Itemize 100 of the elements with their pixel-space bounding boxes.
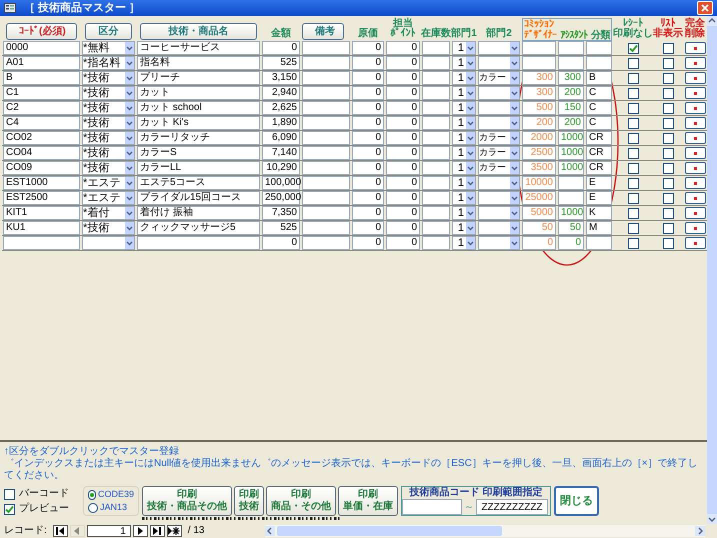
code-field[interactable]: CO09 (3, 161, 80, 175)
checkbox[interactable] (628, 208, 638, 218)
code-field[interactable]: KIT1 (3, 206, 80, 220)
code-field[interactable]: 0000 (3, 41, 80, 55)
category-dropdown[interactable]: *エステ (82, 176, 135, 190)
stock-field[interactable] (422, 86, 450, 100)
cost-field[interactable]: 0 (352, 206, 384, 220)
category-dropdown[interactable]: *無料 (82, 41, 135, 55)
stock-field[interactable] (422, 236, 450, 250)
amount-field[interactable]: 525 (262, 221, 300, 235)
code-field[interactable]: EST2500 (3, 191, 80, 205)
department-dropdown[interactable]: 1 (452, 56, 476, 70)
stock-field[interactable] (422, 101, 450, 115)
name-field[interactable]: 指名料 (137, 56, 260, 70)
radio-button[interactable] (88, 502, 98, 512)
department-dropdown[interactable] (478, 221, 520, 235)
delete-button[interactable] (684, 222, 706, 234)
delete-button[interactable] (684, 177, 706, 189)
cost-field[interactable]: 0 (352, 146, 384, 160)
checkbox[interactable] (662, 58, 674, 68)
cost-field[interactable]: 0 (352, 71, 384, 85)
first-record-button[interactable] (52, 525, 68, 537)
category-dropdown[interactable]: *技術 (82, 101, 135, 115)
stock-field[interactable] (422, 116, 450, 130)
column-header-button[interactable]: 備考 (302, 23, 344, 40)
column-header-button[interactable]: 区分 (85, 23, 132, 40)
stock-field[interactable] (422, 176, 450, 190)
points-field[interactable]: 0 (386, 191, 420, 205)
code-field[interactable]: A01 (3, 56, 80, 70)
code-field[interactable] (3, 236, 80, 250)
name-field[interactable]: カット school (137, 101, 260, 115)
delete-button[interactable] (684, 237, 706, 249)
amount-field[interactable]: 7,350 (262, 206, 300, 220)
department-dropdown[interactable]: カラー (478, 71, 520, 85)
name-field[interactable]: カラーLL (137, 161, 260, 175)
checkbox[interactable] (662, 72, 674, 84)
name-field[interactable]: エステ5コース (137, 176, 260, 190)
points-field[interactable]: 0 (386, 236, 420, 250)
amount-field[interactable]: 3,150 (262, 71, 300, 85)
department-dropdown[interactable]: 1 (452, 161, 476, 175)
checkbox[interactable] (662, 238, 674, 248)
note-field[interactable] (302, 86, 350, 100)
note-field[interactable] (302, 116, 350, 130)
stock-field[interactable] (422, 221, 450, 235)
cost-field[interactable]: 0 (352, 116, 384, 130)
name-field[interactable]: カラーリタッチ (137, 131, 260, 145)
department-dropdown[interactable] (478, 206, 520, 220)
print-button[interactable]: 印刷 商品・その他 (266, 486, 336, 516)
points-field[interactable]: 0 (386, 146, 420, 160)
cost-field[interactable]: 0 (352, 161, 384, 175)
department-dropdown[interactable] (478, 86, 520, 100)
checkbox[interactable] (662, 118, 674, 128)
delete-button[interactable] (684, 192, 706, 204)
department-dropdown[interactable]: 1 (452, 191, 476, 205)
delete-button[interactable] (684, 102, 706, 114)
amount-field[interactable]: 10,290 (262, 161, 300, 175)
department-dropdown[interactable]: 1 (452, 206, 476, 220)
note-field[interactable] (302, 236, 350, 250)
checkbox[interactable] (662, 192, 674, 204)
department-dropdown[interactable] (478, 101, 520, 115)
code-field[interactable]: CO02 (3, 131, 80, 145)
checkbox[interactable] (4, 504, 15, 514)
category-dropdown[interactable]: *エステ (82, 191, 135, 205)
points-field[interactable]: 0 (386, 221, 420, 235)
checkbox[interactable] (662, 148, 674, 158)
cost-field[interactable]: 0 (352, 86, 384, 100)
stock-field[interactable] (422, 161, 450, 175)
delete-button[interactable] (684, 57, 706, 69)
delete-button[interactable] (684, 132, 706, 144)
amount-field[interactable]: 0 (262, 41, 300, 55)
print-button[interactable]: 印刷 技術・商品その他 (142, 486, 232, 516)
code-field[interactable]: CO04 (3, 146, 80, 160)
note-field[interactable] (302, 71, 350, 85)
stock-field[interactable] (422, 41, 450, 55)
cost-field[interactable]: 0 (352, 191, 384, 205)
stock-field[interactable] (422, 71, 450, 85)
checkbox[interactable] (662, 208, 674, 218)
name-field[interactable]: ブリーチ (137, 71, 260, 85)
checkbox[interactable] (628, 148, 638, 158)
cost-field[interactable]: 0 (352, 176, 384, 190)
code-field[interactable]: EST1000 (3, 176, 80, 190)
new-record-button[interactable] (166, 525, 182, 537)
category-dropdown[interactable]: *指名料 (82, 56, 135, 70)
stock-field[interactable] (422, 191, 450, 205)
name-field[interactable]: 着付け 振袖 (137, 206, 260, 220)
checkbox[interactable] (628, 58, 638, 68)
stock-field[interactable] (422, 131, 450, 145)
code-field[interactable]: C4 (3, 116, 80, 130)
note-field[interactable] (302, 221, 350, 235)
points-field[interactable]: 0 (386, 176, 420, 190)
cost-field[interactable]: 0 (352, 101, 384, 115)
print-button[interactable]: 印刷 単価・在庫 (338, 486, 398, 516)
department-dropdown[interactable]: 1 (452, 146, 476, 160)
code-field[interactable]: KU1 (3, 221, 80, 235)
note-field[interactable] (302, 41, 350, 55)
amount-field[interactable]: 2,625 (262, 101, 300, 115)
department-dropdown[interactable] (478, 56, 520, 70)
radio-button[interactable] (88, 490, 96, 500)
category-dropdown[interactable]: *技術 (82, 161, 135, 175)
category-dropdown[interactable]: *技術 (82, 131, 135, 145)
